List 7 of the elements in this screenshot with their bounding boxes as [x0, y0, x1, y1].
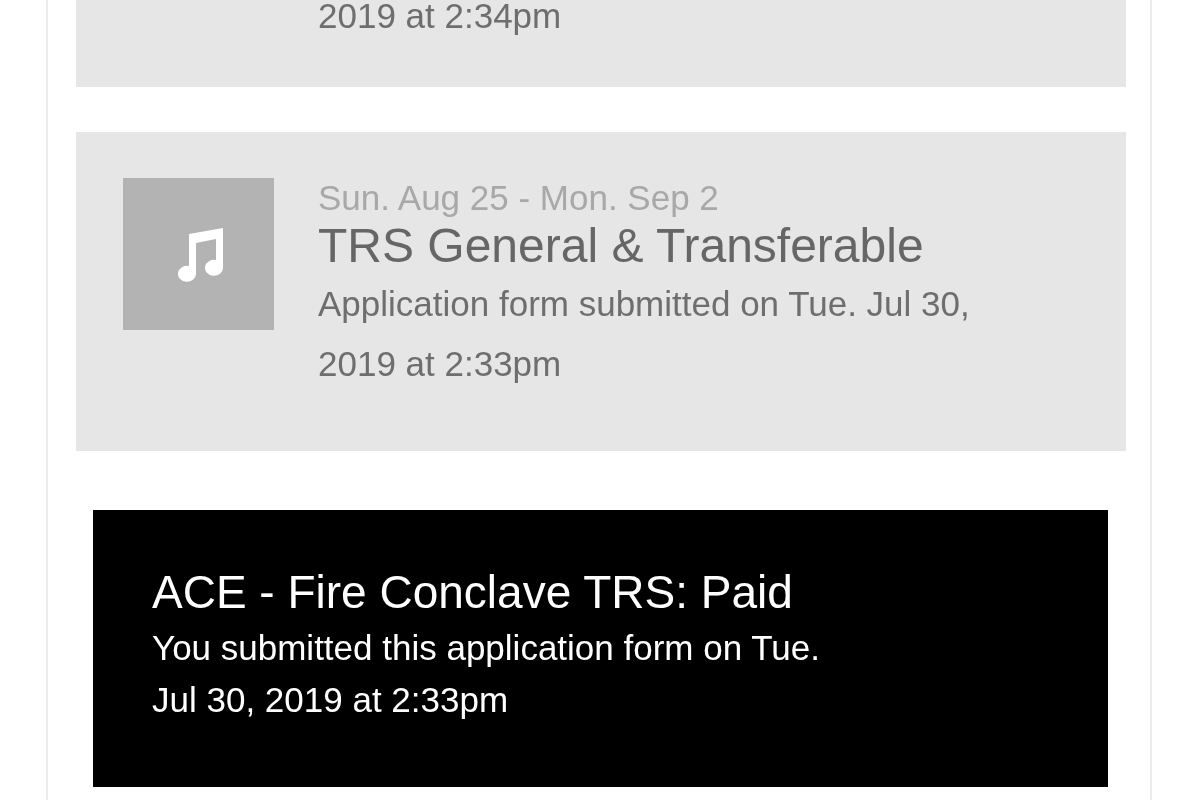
event-card[interactable]: 2019 at 2:34pm — [76, 0, 1126, 87]
event-card[interactable]: Sun. Aug 25 - Mon. Sep 2 TRS General & Transferable Application form submitted on Tue. Jul 30, 2019 at 2:33pm — [76, 132, 1126, 451]
event-description: Application form submitted on Tue. Jul 30, 2019 at 2:33pm — [318, 283, 971, 385]
event-dates: Sun. Aug 25 - Mon. Sep 2 — [318, 178, 720, 218]
notice-title: ACE - Fire Conclave TRS: Paid — [152, 565, 794, 620]
event-title: TRS General & Transferable — [318, 218, 925, 274]
notice-message: You submitted this application form on Tue. Jul 30, 2019 at 2:33pm — [152, 627, 821, 721]
